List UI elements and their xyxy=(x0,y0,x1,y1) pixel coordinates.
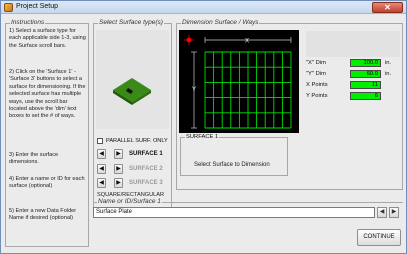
dimension-title: Dimension Surface / Ways xyxy=(181,19,260,27)
instruction-step-5: 5) Enter a new Data Folder Name if desir… xyxy=(9,208,77,222)
x-points-row: X Points 11 xyxy=(305,81,401,90)
project-setup-window: Project Setup ✕ Instructions 1) Select a… xyxy=(0,0,407,254)
x-dim-unit: in. xyxy=(385,60,392,66)
surface-2-next-button[interactable]: ▶ xyxy=(114,164,123,174)
x-points-label: X Points xyxy=(306,82,328,88)
surface-1-next-button[interactable]: ▶ xyxy=(114,149,123,159)
app-icon xyxy=(4,3,13,12)
surface-selection-box[interactable]: SURFACE 1 Select Surface to Dimension xyxy=(180,133,288,176)
ways-scroll-area xyxy=(306,31,400,57)
instruction-step-3: 3) Enter the surface dimensions. xyxy=(9,152,59,166)
surface-3-row: ◀ ▶ SURFACE 3 xyxy=(97,178,171,189)
instruction-step-4: 4) Enter a name or ID for each surface (… xyxy=(9,176,85,190)
instruction-step-1: 1) Select a surface type for each applic… xyxy=(9,28,86,49)
x-dim-row: "X" Dim 100.0 in. xyxy=(305,59,401,68)
continue-button[interactable]: CONTINUE xyxy=(357,229,401,246)
origin-marker-icon xyxy=(184,35,194,45)
x-points-input[interactable]: 11 xyxy=(350,81,381,89)
name-next-button[interactable]: ▶ xyxy=(389,207,399,218)
surface-1-row: ◀ ▶ SURFACE 1 xyxy=(97,149,171,160)
y-dim-row: "Y" Dim 60.0 in. xyxy=(305,70,401,79)
surface-box-message: Select Surface to Dimension xyxy=(194,162,270,168)
y-dim-label: "Y" Dim xyxy=(306,71,326,77)
x-dim-input[interactable]: 100.0 xyxy=(350,59,381,67)
surface-name-input[interactable]: Surface Plate xyxy=(93,207,375,218)
y-points-label: Y Points xyxy=(306,93,328,99)
y-dim-unit: in. xyxy=(385,71,392,77)
y-dim-input[interactable]: 60.0 xyxy=(350,70,381,78)
surface-3-next-button[interactable]: ▶ xyxy=(114,178,123,188)
surface-plate-icon xyxy=(113,78,151,105)
surface-preview xyxy=(96,30,169,129)
dimension-group: Dimension Surface / Ways X Y "X" Dim 100… xyxy=(176,19,403,190)
instructions-title: Instructions xyxy=(10,19,46,27)
grid-drawing: X Y xyxy=(184,35,292,129)
window-title: Project Setup xyxy=(16,3,59,10)
select-surface-title: Select Surface type(s) xyxy=(98,19,164,27)
surface-3-prev-button[interactable]: ◀ xyxy=(97,178,106,188)
surface-1-prev-button[interactable]: ◀ xyxy=(97,149,106,159)
name-id-title: Name or ID/Surface 1 xyxy=(97,198,162,206)
surface-3-button[interactable]: SURFACE 3 xyxy=(129,179,163,188)
title-bar[interactable]: Project Setup ✕ xyxy=(1,1,406,14)
y-points-row: Y Points 6 xyxy=(305,92,401,101)
y-dimension-marker: Y xyxy=(192,87,196,93)
surface-1-button[interactable]: SURFACE 1 xyxy=(129,150,163,159)
parallel-surf-label: PARALLEL SURF. ONLY xyxy=(106,138,168,144)
surface-dimension-canvas: X Y xyxy=(179,30,299,133)
x-dim-label: "X" Dim xyxy=(306,60,326,66)
parallel-surf-option[interactable]: PARALLEL SURF. ONLY xyxy=(97,138,171,146)
instruction-step-2: 2) Click on the 'Surface 1' - 'Surface 3… xyxy=(9,69,86,120)
surface-2-button[interactable]: SURFACE 2 xyxy=(129,165,163,174)
parallel-surf-checkbox[interactable] xyxy=(97,138,103,144)
close-button[interactable]: ✕ xyxy=(372,2,403,13)
surface-box-title: SURFACE 1 xyxy=(185,133,220,141)
select-surface-group: Select Surface type(s) PARALLEL SURF. ON… xyxy=(93,19,172,215)
instructions-group: Instructions 1) Select a surface type fo… xyxy=(5,19,89,247)
y-points-input[interactable]: 6 xyxy=(350,92,381,100)
name-prev-button[interactable]: ◀ xyxy=(377,207,387,218)
x-dimension-marker: X xyxy=(245,39,249,45)
surface-2-prev-button[interactable]: ◀ xyxy=(97,164,106,174)
surface-2-row: ◀ ▶ SURFACE 2 xyxy=(97,164,171,175)
